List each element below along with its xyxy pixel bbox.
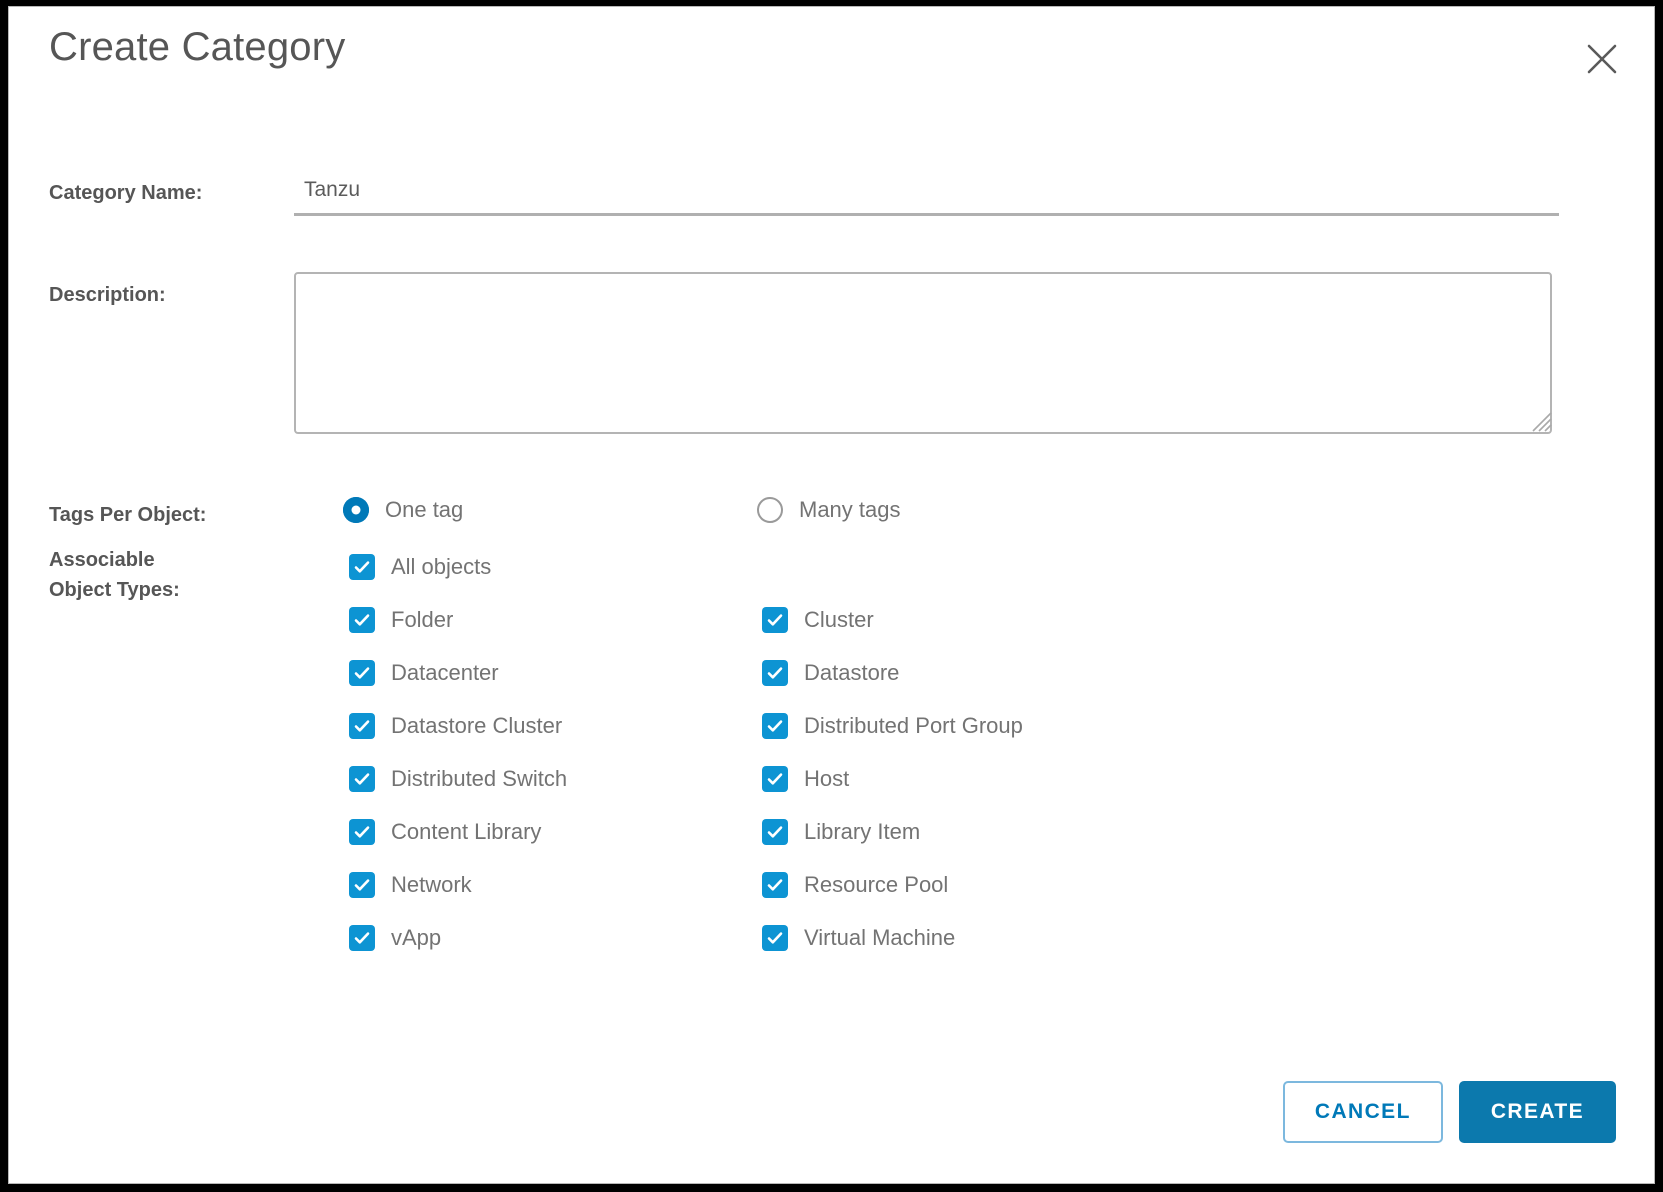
category-name-input[interactable] (294, 172, 1559, 216)
checkbox-datastore[interactable]: Datastore (762, 656, 899, 690)
checkbox-host[interactable]: Host (762, 762, 849, 796)
radio-unselected-icon (757, 497, 783, 523)
associable-object-types-label: Associable Object Types: (49, 545, 279, 605)
checkbox-resource-pool[interactable]: Resource Pool (762, 868, 948, 902)
associable-label-line-1: Associable (49, 549, 155, 571)
create-button[interactable]: CREATE (1458, 1081, 1616, 1143)
check-icon (349, 713, 375, 739)
check-icon (762, 872, 788, 898)
field-row-category-name: Category Name: (9, 172, 1654, 218)
checkbox-virtual-machine-label: Virtual Machine (804, 925, 956, 950)
create-category-dialog: Create Category Category Name: Descripti… (8, 6, 1655, 1184)
check-icon (762, 713, 788, 739)
page-title: Create Category (49, 25, 346, 69)
check-icon (349, 660, 375, 686)
description-label: Description: (49, 284, 166, 306)
close-icon[interactable] (1578, 35, 1626, 83)
checkbox-network[interactable]: Network (349, 868, 472, 902)
checkbox-datacenter-label: Datacenter (391, 660, 499, 685)
check-icon (349, 607, 375, 633)
checkbox-vapp-label: vApp (391, 925, 442, 950)
check-icon (349, 554, 375, 580)
check-icon (762, 819, 788, 845)
checkbox-virtual-machine[interactable]: Virtual Machine (762, 921, 955, 955)
cancel-button[interactable]: CANCEL (1282, 1081, 1443, 1143)
dialog-footer: CANCEL CREATE (1282, 1081, 1616, 1143)
radio-option-many-tags[interactable]: Many tags (757, 497, 901, 523)
check-icon (349, 872, 375, 898)
radio-selected-icon (343, 497, 369, 523)
dialog-header: Create Category (9, 7, 1654, 117)
checkbox-network-label: Network (391, 872, 472, 897)
radio-option-one-tag-label: One tag (385, 497, 464, 522)
checkbox-datastore-label: Datastore (804, 660, 900, 685)
tags-per-object-label: Tags Per Object: (49, 504, 207, 526)
checkbox-datacenter[interactable]: Datacenter (349, 656, 499, 690)
checkbox-library-item-label: Library Item (804, 819, 921, 844)
check-icon (762, 607, 788, 633)
checkbox-folder-label: Folder (391, 607, 454, 632)
associable-label-line-2: Object Types: (49, 579, 180, 601)
checkbox-cluster-label: Cluster (804, 607, 874, 632)
checkbox-content-library-label: Content Library (391, 819, 542, 844)
checkbox-vapp[interactable]: vApp (349, 921, 441, 955)
check-icon (762, 660, 788, 686)
checkbox-library-item[interactable]: Library Item (762, 815, 920, 849)
check-icon (762, 766, 788, 792)
checkbox-datastore-cluster[interactable]: Datastore Cluster (349, 709, 562, 743)
checkbox-distributed-switch[interactable]: Distributed Switch (349, 762, 567, 796)
check-icon (349, 766, 375, 792)
category-name-label: Category Name: (49, 182, 203, 204)
checkbox-distributed-port-group-label: Distributed Port Group (804, 713, 1023, 738)
checkbox-all-objects[interactable]: All objects (349, 550, 491, 584)
check-icon (349, 925, 375, 951)
checkbox-resource-pool-label: Resource Pool (804, 872, 949, 897)
description-textarea[interactable] (294, 272, 1552, 434)
radio-option-many-tags-label: Many tags (799, 497, 901, 522)
radio-option-one-tag[interactable]: One tag (343, 497, 463, 523)
checkbox-cluster[interactable]: Cluster (762, 603, 874, 637)
field-row-tags-per-object: Tags Per Object: One tag Many tags (9, 497, 1654, 541)
checkbox-distributed-port-group[interactable]: Distributed Port Group (762, 709, 1023, 743)
checkbox-folder[interactable]: Folder (349, 603, 453, 637)
checkbox-all-objects-label: All objects (391, 554, 492, 579)
checkbox-datastore-cluster-label: Datastore Cluster (391, 713, 563, 738)
checkbox-content-library[interactable]: Content Library (349, 815, 541, 849)
check-icon (762, 925, 788, 951)
checkbox-host-label: Host (804, 766, 850, 791)
check-icon (349, 819, 375, 845)
checkbox-distributed-switch-label: Distributed Switch (391, 766, 568, 791)
screen-frame: Create Category Category Name: Descripti… (0, 0, 1663, 1192)
